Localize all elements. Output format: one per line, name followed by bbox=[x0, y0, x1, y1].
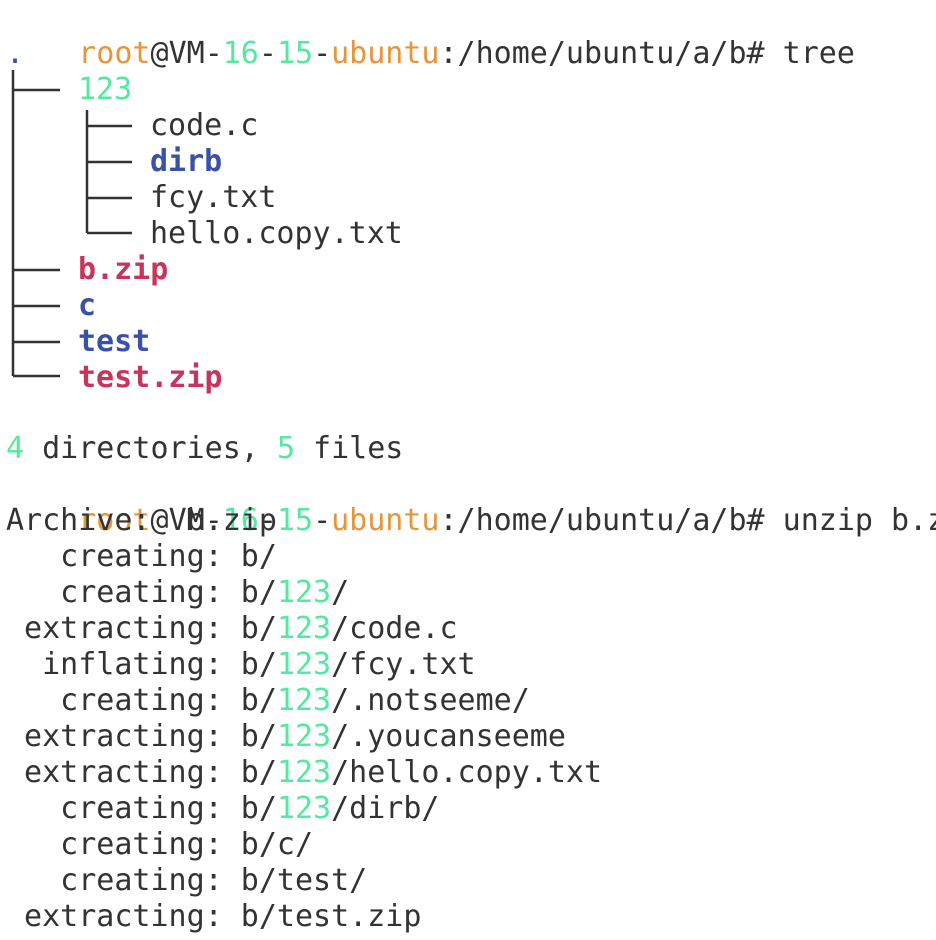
unzip-path: b/ bbox=[222, 647, 277, 682]
unzip-path: b/ bbox=[222, 755, 277, 790]
unzip-path-dir: 123 bbox=[276, 611, 332, 646]
tree-entry-123: 123 bbox=[78, 72, 133, 107]
unzip-line: creating: b/123/ bbox=[6, 575, 349, 611]
tree-summary: 4 directories, 5 files bbox=[6, 431, 403, 467]
unzip-path: b/ bbox=[222, 575, 277, 610]
unzip-path-dir: 123 bbox=[276, 647, 332, 682]
unzip-line: creating: b/test/ bbox=[6, 863, 367, 899]
unzip-path-rest: / bbox=[331, 575, 350, 610]
summary-dir-count: 4 bbox=[6, 431, 25, 466]
tree-entry-b-zip: b.zip bbox=[78, 252, 169, 287]
unzip-line: creating: b/123/dirb/ bbox=[6, 791, 440, 827]
unzip-line: creating: b/123/.notseeme/ bbox=[6, 683, 530, 719]
unzip-path-dir: 123 bbox=[276, 791, 332, 826]
unzip-path: b/test.zip bbox=[222, 899, 422, 934]
unzip-action: creating: bbox=[6, 827, 223, 862]
unzip-action: extracting: bbox=[6, 719, 223, 754]
summary-dir-label: directories, bbox=[24, 431, 277, 466]
unzip-line: extracting: b/123/hello.copy.txt bbox=[6, 755, 602, 791]
tree-entry-fcy-txt: fcy.txt bbox=[150, 180, 277, 215]
tree-entry-dirb: dirb bbox=[150, 144, 223, 179]
unzip-path: b/test/ bbox=[222, 863, 368, 898]
unzip-path-rest: /fcy.txt bbox=[331, 647, 476, 682]
tree-entry-c: c bbox=[78, 288, 97, 323]
tree-entry-hello-copy-txt: hello.copy.txt bbox=[150, 216, 403, 251]
summary-file-label: files bbox=[295, 431, 404, 466]
prompt-path: :/home/ubuntu/a/b# bbox=[439, 503, 765, 538]
prompt-host-sep: - bbox=[313, 503, 332, 538]
unzip-archive-label: Archive: b.zip bbox=[6, 503, 277, 538]
unzip-line: extracting: b/123/code.c bbox=[6, 611, 458, 647]
unzip-path: b/ bbox=[222, 791, 277, 826]
tree-entry-test: test bbox=[78, 324, 151, 359]
unzip-action: creating: bbox=[6, 539, 223, 574]
unzip-path-rest: /.notseeme/ bbox=[331, 683, 530, 718]
unzip-path: b/ bbox=[222, 611, 277, 646]
unzip-path-rest: /hello.copy.txt bbox=[331, 755, 603, 790]
summary-file-count: 5 bbox=[276, 431, 295, 466]
unzip-action: extracting: bbox=[6, 899, 223, 934]
command-text: unzip b.zip bbox=[782, 503, 936, 538]
prompt-host-15: 15 bbox=[276, 503, 314, 538]
unzip-line: extracting: b/test.zip bbox=[6, 899, 421, 935]
unzip-path-rest: /dirb/ bbox=[331, 791, 440, 826]
unzip-action: creating: bbox=[6, 791, 223, 826]
prompt-host-ubuntu: ubuntu bbox=[331, 503, 440, 538]
unzip-line: extracting: b/123/.youcanseeme bbox=[6, 719, 566, 755]
unzip-path-dir: 123 bbox=[276, 683, 332, 718]
unzip-action: creating: bbox=[6, 683, 223, 718]
unzip-action: inflating: bbox=[6, 647, 223, 682]
unzip-path: b/ bbox=[222, 683, 277, 718]
shell-prompt-line: root@VM-16-15-ubuntu:/home/ubuntu/a/b# u… bbox=[6, 467, 936, 538]
unzip-path: b/ bbox=[222, 539, 277, 574]
terminal-window[interactable]: root@VM-16-15-ubuntu:/home/ubuntu/a/b# t… bbox=[0, 0, 936, 940]
unzip-action: creating: bbox=[6, 575, 223, 610]
unzip-action: creating: bbox=[6, 863, 223, 898]
unzip-line: creating: b/c/ bbox=[6, 827, 313, 863]
unzip-path-dir: 123 bbox=[276, 755, 332, 790]
unzip-path-dir: 123 bbox=[276, 575, 332, 610]
unzip-path: b/c/ bbox=[222, 827, 314, 862]
unzip-action: extracting: bbox=[6, 755, 223, 790]
unzip-path-dir: 123 bbox=[276, 719, 332, 754]
unzip-path: b/ bbox=[222, 719, 277, 754]
unzip-line: inflating: b/123/fcy.txt bbox=[6, 647, 476, 683]
unzip-path-rest: /.youcanseeme bbox=[331, 719, 566, 754]
tree-entry-test-zip: test.zip bbox=[78, 360, 223, 395]
unzip-path-rest: /code.c bbox=[331, 611, 458, 646]
tree-entry-code-c: code.c bbox=[150, 108, 259, 143]
unzip-line: creating: b/ bbox=[6, 539, 277, 575]
unzip-action: extracting: bbox=[6, 611, 223, 646]
